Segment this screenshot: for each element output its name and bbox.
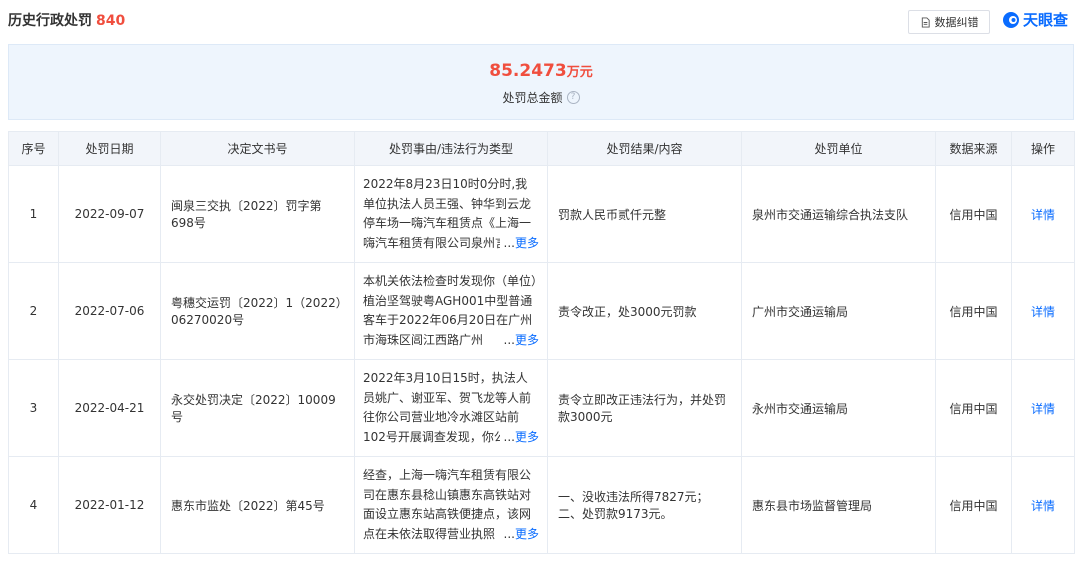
row-source: 信用中国 bbox=[935, 456, 1012, 554]
col-header-action: 操作 bbox=[1011, 131, 1075, 166]
row-index: 3 bbox=[8, 359, 59, 457]
table-row: 2 2022-07-06 粤穗交运罚〔2022〕1（2022）06270020号… bbox=[8, 262, 1075, 360]
details-link[interactable]: 详情 bbox=[1011, 359, 1075, 457]
row-result: 一、没收违法所得7827元；二、处罚款9173元。 bbox=[547, 456, 742, 554]
table-row: 4 2022-01-12 惠东市监处〔2022〕第45号 经查，上海一嗨汽车租赁… bbox=[8, 456, 1075, 554]
col-header-source: 数据来源 bbox=[935, 131, 1012, 166]
row-authority: 广州市交通运输局 bbox=[741, 262, 936, 360]
col-header-date: 处罚日期 bbox=[58, 131, 161, 166]
more-ellipsis: ... bbox=[503, 332, 515, 347]
help-icon[interactable]: ? bbox=[566, 91, 580, 104]
total-amount-label: 处罚总金额 ? bbox=[9, 89, 1073, 106]
more-link-label: 更多 bbox=[514, 429, 539, 444]
brand-logo: 天眼查 bbox=[1002, 9, 1068, 30]
row-authority: 永州市交通运输局 bbox=[741, 359, 936, 457]
data-correction-button[interactable]: 数据纠错 bbox=[908, 10, 990, 34]
row-reason: 2022年3月10日15时，执法人员姚广、谢亚军、贺飞龙等人前往你公司营业地冷水… bbox=[363, 369, 539, 447]
section-title: 历史行政处罚 840 bbox=[8, 10, 125, 30]
row-reason: 经查，上海一嗨汽车租赁有限公司在惠东县稔山镇惠东高铁站对面设立惠东站高铁便捷点，… bbox=[363, 466, 539, 544]
row-document-no: 闽泉三交执〔2022〕罚字第698号 bbox=[160, 165, 355, 263]
row-authority: 惠东县市场监督管理局 bbox=[741, 456, 936, 554]
row-result: 责令立即改正违法行为，并处罚款3000元 bbox=[547, 359, 742, 457]
details-link[interactable]: 详情 bbox=[1011, 165, 1075, 263]
more-link[interactable]: ...更多 bbox=[499, 427, 539, 447]
more-link-label: 更多 bbox=[514, 526, 539, 541]
col-header-index: 序号 bbox=[8, 131, 59, 166]
col-header-result: 处罚结果/内容 bbox=[547, 131, 742, 166]
row-reason-cell: 本机关依法检查时发现你（单位）植治坚驾驶粤AGH001中型普通客车于2022年0… bbox=[354, 262, 548, 360]
col-header-authority: 处罚单位 bbox=[741, 131, 936, 166]
section-title-text: 历史行政处罚 bbox=[8, 13, 92, 29]
total-amount: 85.2473万元 bbox=[9, 61, 1073, 81]
col-header-document-no: 决定文书号 bbox=[160, 131, 355, 166]
row-date: 2022-04-21 bbox=[58, 359, 161, 457]
penalty-summary: 85.2473万元 处罚总金额 ? bbox=[8, 44, 1074, 120]
col-header-reason: 处罚事由/违法行为类型 bbox=[354, 131, 548, 166]
record-count: 840 bbox=[96, 13, 126, 29]
row-result: 罚款人民币贰仟元整 bbox=[547, 165, 742, 263]
row-reason-cell: 2022年3月10日15时，执法人员姚广、谢亚军、贺飞龙等人前往你公司营业地冷水… bbox=[354, 359, 548, 457]
table-header-row: 序号 处罚日期 决定文书号 处罚事由/违法行为类型 处罚结果/内容 处罚单位 数… bbox=[8, 131, 1075, 166]
row-reason-cell: 经查，上海一嗨汽车租赁有限公司在惠东县稔山镇惠东高铁站对面设立惠东站高铁便捷点，… bbox=[354, 456, 548, 554]
row-source: 信用中国 bbox=[935, 262, 1012, 360]
total-amount-label-text: 处罚总金额 bbox=[502, 91, 563, 105]
row-index: 1 bbox=[8, 165, 59, 263]
row-document-no: 永交处罚决定〔2022〕10009号 bbox=[160, 359, 355, 457]
row-index: 4 bbox=[8, 456, 59, 554]
row-source: 信用中国 bbox=[935, 165, 1012, 263]
row-document-no: 粤穗交运罚〔2022〕1（2022）06270020号 bbox=[160, 262, 355, 360]
more-ellipsis: ... bbox=[503, 235, 515, 250]
total-amount-value: 85.2473 bbox=[489, 61, 567, 81]
row-date: 2022-09-07 bbox=[58, 165, 161, 263]
more-ellipsis: ... bbox=[503, 429, 515, 444]
data-correction-label: 数据纠错 bbox=[934, 17, 979, 29]
row-authority: 泉州市交通运输综合执法支队 bbox=[741, 165, 936, 263]
row-date: 2022-07-06 bbox=[58, 262, 161, 360]
row-reason: 本机关依法检查时发现你（单位）植治坚驾驶粤AGH001中型普通客车于2022年0… bbox=[363, 272, 539, 350]
row-index: 2 bbox=[8, 262, 59, 360]
more-link[interactable]: ...更多 bbox=[499, 524, 539, 544]
more-link-label: 更多 bbox=[514, 332, 539, 347]
more-link[interactable]: ...更多 bbox=[499, 330, 539, 350]
table-row: 3 2022-04-21 永交处罚决定〔2022〕10009号 2022年3月1… bbox=[8, 359, 1075, 457]
row-date: 2022-01-12 bbox=[58, 456, 161, 554]
section-header: 历史行政处罚 840 数据纠错 天眼查 bbox=[0, 0, 1080, 40]
row-document-no: 惠东市监处〔2022〕第45号 bbox=[160, 456, 355, 554]
more-link-label: 更多 bbox=[514, 235, 539, 250]
tianyancha-logo-icon bbox=[1003, 11, 1019, 28]
row-reason: 2022年8月23日10时0分时,我单位执法人员王强、钟华到云龙停车场一嗨汽车租… bbox=[363, 175, 539, 253]
row-result: 责令改正，处3000元罚款 bbox=[547, 262, 742, 360]
row-source: 信用中国 bbox=[935, 359, 1012, 457]
brand-name: 天眼查 bbox=[1023, 11, 1069, 29]
more-ellipsis: ... bbox=[503, 526, 515, 541]
more-link[interactable]: ...更多 bbox=[499, 233, 539, 253]
details-link[interactable]: 详情 bbox=[1011, 456, 1075, 554]
row-reason-cell: 2022年8月23日10时0分时,我单位执法人员王强、钟华到云龙停车场一嗨汽车租… bbox=[354, 165, 548, 263]
document-icon bbox=[921, 16, 930, 28]
details-link[interactable]: 详情 bbox=[1011, 262, 1075, 360]
table-row: 1 2022-09-07 闽泉三交执〔2022〕罚字第698号 2022年8月2… bbox=[8, 165, 1075, 263]
penalty-table: 序号 处罚日期 决定文书号 处罚事由/违法行为类型 处罚结果/内容 处罚单位 数… bbox=[8, 131, 1075, 554]
total-amount-unit: 万元 bbox=[566, 65, 593, 80]
